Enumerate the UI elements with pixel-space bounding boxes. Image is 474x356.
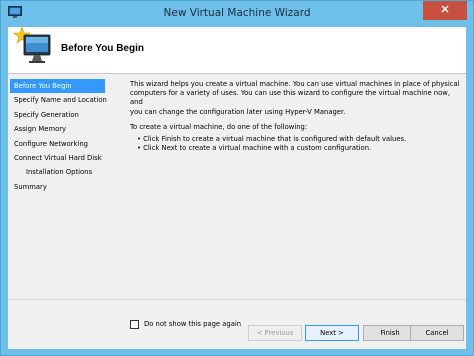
nav-item-installation-options[interactable]: Installation Options <box>10 165 105 179</box>
wizard-header: Before You Begin <box>8 26 466 73</box>
previous-button[interactable]: < Previous <box>248 325 302 341</box>
intro-line-1: This wizard helps you create a virtual m… <box>130 80 460 88</box>
wizard-body: Before You Begin Specify Name and Locati… <box>8 74 466 349</box>
finish-button[interactable]: Finish <box>363 325 417 341</box>
page-content: This wizard helps you create a virtual m… <box>130 80 460 153</box>
nav-item-before-you-begin[interactable]: Before You Begin <box>10 79 105 94</box>
title-bar[interactable]: New Virtual Machine Wizard ✕ <box>1 1 473 27</box>
nav-item-assign-memory[interactable]: Assign Memory <box>10 122 105 136</box>
wizard-steps-nav: Before You Begin Specify Name and Locati… <box>10 79 107 194</box>
nav-item-configure-networking[interactable]: Configure Networking <box>10 137 105 151</box>
bullet-next: • Click Next to create a virtual machine… <box>137 144 372 153</box>
intro-line-2: computers for a variety of uses. You can… <box>130 89 450 107</box>
cancel-button[interactable]: Cancel <box>410 325 464 341</box>
nav-item-specify-generation[interactable]: Specify Generation <box>10 108 105 122</box>
window-title: New Virtual Machine Wizard <box>163 7 311 19</box>
next-button[interactable]: Next > <box>305 325 359 341</box>
dont-show-again-checkbox[interactable] <box>130 319 139 329</box>
page-title: Before You Begin <box>61 43 144 54</box>
close-icon: ✕ <box>440 4 450 16</box>
wizard-client-area: Before You Begin Before You Begin Specif… <box>8 26 466 349</box>
dont-show-again-row[interactable]: Do not show this page again <box>130 318 241 330</box>
wizard-window: New Virtual Machine Wizard ✕ Before You … <box>0 0 474 356</box>
nav-item-specify-name-and-location[interactable]: Specify Name and Location <box>10 93 107 107</box>
close-button[interactable]: ✕ <box>423 1 467 20</box>
nav-item-connect-virtual-hard-disk[interactable]: Connect Virtual Hard Disk <box>10 151 105 165</box>
intro-text: This wizard helps you create a virtual m… <box>130 80 460 117</box>
nav-item-summary[interactable]: Summary <box>10 180 105 194</box>
dont-show-again-label[interactable]: Do not show this page again <box>144 320 241 328</box>
instruction-text: To create a virtual machine, do one of t… <box>130 122 308 131</box>
bullet-finish: • Click Finish to create a virtual machi… <box>137 135 407 144</box>
new-virtual-machine-icon <box>13 26 51 63</box>
footer-divider <box>8 299 466 300</box>
intro-line-3: you can change the configuration later u… <box>130 107 346 116</box>
